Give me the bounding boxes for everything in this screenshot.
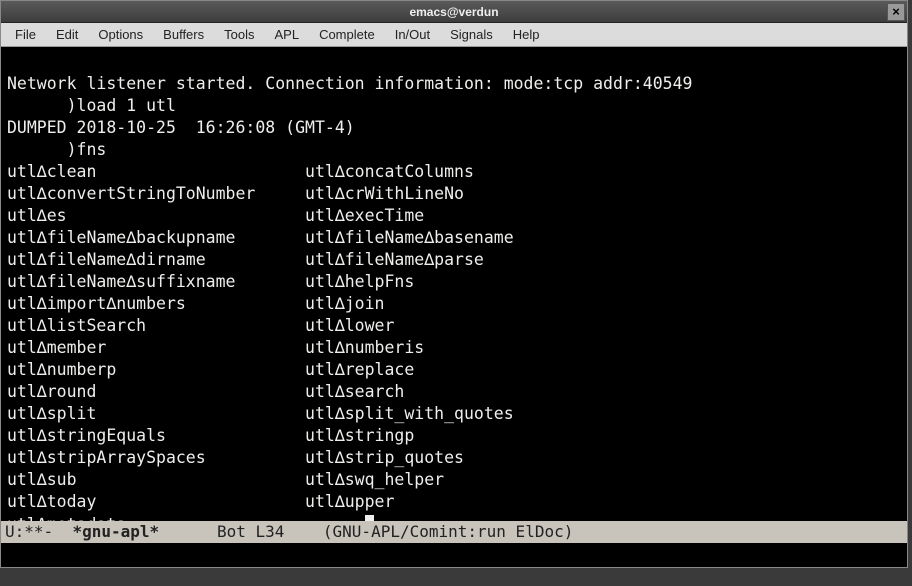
window-title: emacs@verdun <box>1 5 907 19</box>
output-dumped: DUMPED 2018-10-25 16:26:08 (GMT-4) <box>7 118 355 137</box>
command-load: )load 1 utl <box>7 96 176 115</box>
modeline-buffer: *gnu-apl* <box>72 522 159 541</box>
titlebar[interactable]: emacs@verdun × <box>1 1 907 23</box>
close-icon[interactable]: × <box>887 3 905 21</box>
menu-tools[interactable]: Tools <box>214 24 264 45</box>
fns-listing: utl∆clean utl∆concatColumns utl∆convertS… <box>7 162 514 534</box>
menu-options[interactable]: Options <box>88 24 153 45</box>
modeline-flags: U:**- <box>5 522 72 541</box>
mode-line[interactable]: U:**- *gnu-apl* Bot L34 (GNU-APL/Comint:… <box>1 521 907 543</box>
command-fns: )fns <box>7 140 106 159</box>
menu-file[interactable]: File <box>5 24 46 45</box>
minibuffer[interactable] <box>1 545 907 567</box>
terminal-buffer[interactable]: Network listener started. Connection inf… <box>1 47 907 537</box>
menu-edit[interactable]: Edit <box>46 24 88 45</box>
output-line: Network listener started. Connection inf… <box>7 74 692 93</box>
modeline-info: Bot L34 (GNU-APL/Comint:run ElDoc) <box>159 522 573 541</box>
menu-signals[interactable]: Signals <box>440 24 503 45</box>
menu-complete[interactable]: Complete <box>309 24 385 45</box>
menu-apl[interactable]: APL <box>264 24 309 45</box>
menu-buffers[interactable]: Buffers <box>153 24 214 45</box>
menu-help[interactable]: Help <box>503 24 550 45</box>
menubar: File Edit Options Buffers Tools APL Comp… <box>1 23 907 47</box>
menu-inout[interactable]: In/Out <box>385 24 440 45</box>
emacs-window: emacs@verdun × File Edit Options Buffers… <box>0 0 908 568</box>
